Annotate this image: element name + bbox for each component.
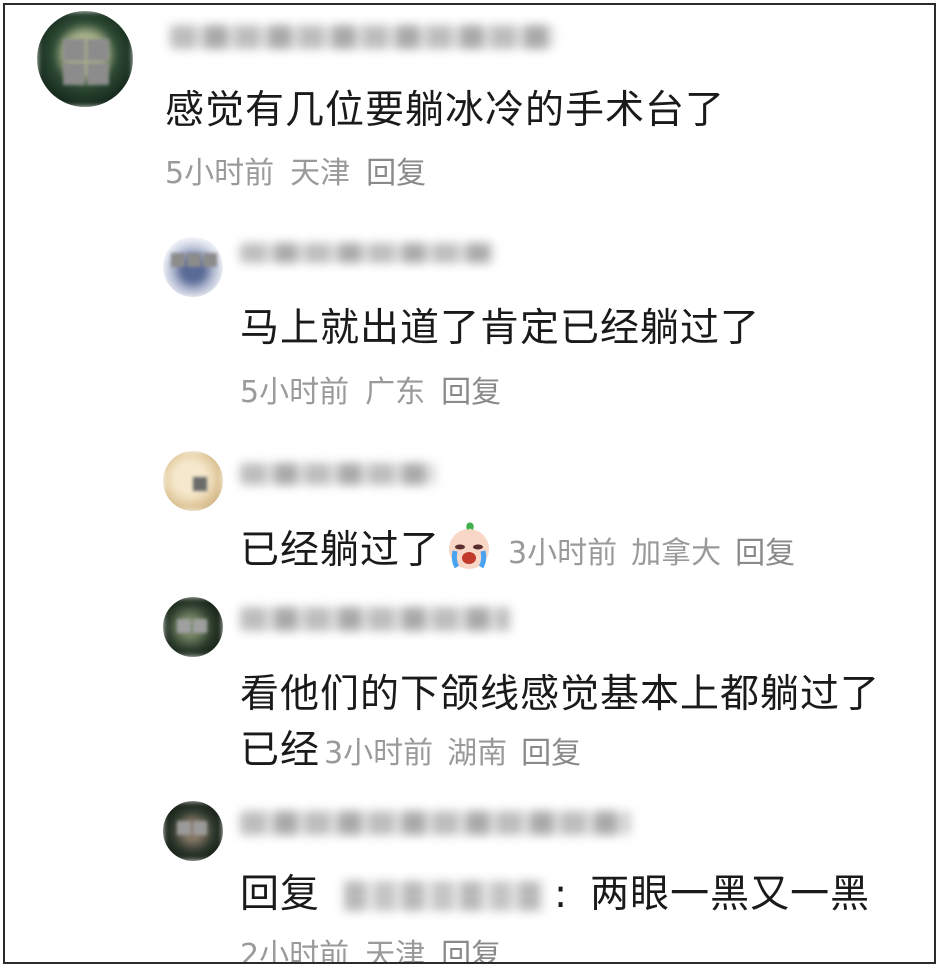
comment-meta: 5小时前 天津 回复: [165, 148, 442, 192]
comment-text-row: 回复: 两眼一黑又一黑: [240, 863, 870, 919]
reply-prefix: 回复: [240, 872, 321, 917]
comment-meta: 2小时前 天津 回复: [240, 930, 517, 964]
comment-text-row-2: 已经 3小时前 湖南 回复: [240, 719, 581, 775]
comment-time: 2小时前: [240, 938, 350, 964]
mentioned-user-blurred[interactable]: [344, 881, 545, 911]
user-avatar[interactable]: [163, 237, 223, 297]
comment-text-line-2: 已经: [240, 728, 321, 773]
comment-text: 感觉有几位要躺冰冷的手术台了: [165, 88, 726, 133]
comment-time: 3小时前: [508, 536, 618, 571]
comment-location: 天津: [365, 938, 426, 964]
username-blurred[interactable]: [240, 607, 510, 631]
comment-location: 天津: [290, 156, 351, 191]
username-blurred[interactable]: [240, 243, 495, 263]
user-avatar[interactable]: [37, 11, 133, 107]
comment-time: 3小时前: [324, 736, 434, 771]
comment-location: 加拿大: [631, 536, 722, 571]
reply-button[interactable]: 回复: [521, 736, 581, 771]
comment-meta: 3小时前 加拿大 回复: [494, 536, 795, 571]
reply-button[interactable]: 回复: [735, 536, 795, 571]
mention-separator: :: [554, 872, 569, 917]
comment-location: 湖南: [447, 736, 508, 771]
reply-button[interactable]: 回复: [441, 375, 501, 410]
reply-button[interactable]: 回复: [441, 938, 501, 962]
comment-time: 5小时前: [165, 156, 275, 191]
comment-meta: 3小时前 湖南 回复: [320, 736, 581, 771]
comment-text: 马上就出道了肯定已经躺过了: [240, 306, 761, 351]
reply-button[interactable]: 回复: [366, 156, 426, 191]
user-avatar[interactable]: [163, 597, 223, 657]
comment-meta: 5小时前 广东 回复: [240, 367, 517, 411]
user-avatar[interactable]: [163, 451, 223, 511]
username-blurred[interactable]: [240, 811, 630, 835]
username-blurred[interactable]: [240, 463, 435, 485]
comment-location: 广东: [365, 375, 426, 410]
comment-time: 5小时前: [240, 375, 350, 410]
comment-text: 已经躺过了: [240, 528, 441, 573]
comment-text-row: 已经躺过了 3小时前 加拿大 回复: [240, 519, 795, 581]
comment-text-line-1: 看他们的下颌线感觉基本上都躺过了: [240, 672, 881, 717]
user-avatar[interactable]: [163, 801, 223, 861]
username-blurred[interactable]: [170, 25, 555, 49]
comment-text: 两眼一黑又一黑: [590, 872, 871, 917]
crying-face-emoji: [444, 521, 494, 581]
comment-thread: 感觉有几位要躺冰冷的手术台了 5小时前 天津 回复 马上就出道了肯定已经躺过了 5小…: [3, 3, 936, 964]
